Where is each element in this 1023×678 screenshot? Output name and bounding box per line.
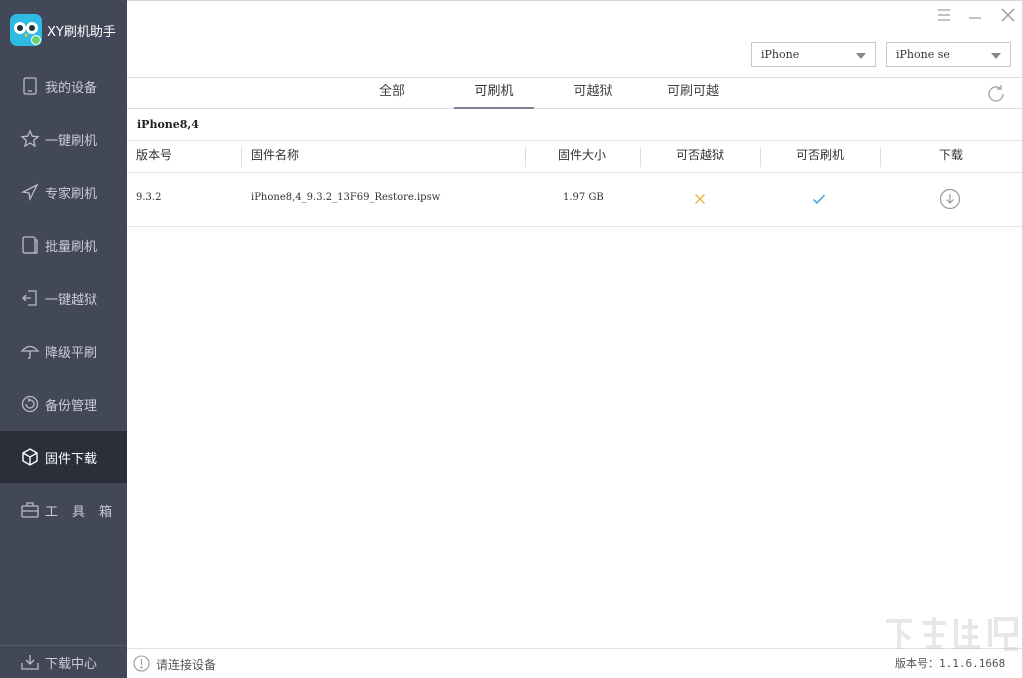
app-title: XY刷机助手 — [47, 25, 116, 40]
table-row: 9.3.2 iPhone8,4_9.3.2_13F69_Restore.ipsw… — [127, 173, 1022, 227]
refresh-icon[interactable] — [985, 83, 1007, 105]
device-model-value: iPhone se — [896, 48, 950, 61]
download-center-label: 下载中心 — [45, 657, 98, 672]
toolbox-icon — [20, 500, 40, 520]
connection-status: 请连接设备 — [156, 658, 217, 672]
col-firmware-size: 固件大小 — [558, 148, 607, 162]
col-version: 版本号 — [136, 148, 173, 162]
brand: XY刷机助手 — [0, 0, 127, 60]
download-icon[interactable] — [939, 188, 961, 213]
chevron-down-icon — [856, 53, 866, 59]
col-jailbreak: 可否越狱 — [676, 148, 725, 162]
tablet-icon — [20, 235, 40, 255]
col-download: 下载 — [939, 148, 964, 162]
close-icon[interactable] — [999, 6, 1017, 24]
sidebar-item-label: 一键刷机 — [45, 134, 98, 149]
sidebar: XY刷机助手 我的设备 一键刷机 专家刷机 批量刷机 一键越狱 降级平刷 备份管… — [0, 0, 127, 678]
firmware-name: iPhone8,4_9.3.2_13F69_Restore.ipsw — [251, 192, 441, 203]
paper-plane-icon — [20, 182, 40, 202]
column-divider — [760, 147, 761, 167]
sidebar-item-backup[interactable]: 备份管理 — [0, 378, 127, 430]
phone-icon — [20, 76, 40, 96]
download-center-button[interactable]: 下载中心 — [0, 645, 127, 678]
sidebar-item-batch-flash[interactable]: 批量刷机 — [0, 219, 127, 271]
tab-jailbreakable[interactable]: 可越狱 — [563, 78, 623, 109]
sidebar-item-expert-flash[interactable]: 专家刷机 — [0, 166, 127, 218]
umbrella-icon — [20, 341, 40, 361]
sidebar-item-one-click-jailbreak[interactable]: 一键越狱 — [0, 272, 127, 324]
check-icon — [812, 193, 826, 208]
app-version: 版本号：1.1.6.1668 — [895, 657, 1006, 670]
column-divider — [880, 147, 881, 167]
tab-flashable[interactable]: 可刷机 — [454, 78, 534, 109]
device-type-select[interactable]: iPhone — [751, 42, 876, 67]
sidebar-item-label: 一键越狱 — [45, 293, 98, 308]
main-panel: iPhone iPhone se 全部 可刷机 可越狱 可刷可越 iPhone8… — [127, 0, 1023, 678]
filter-tabs: 全部 可刷机 可越狱 可刷可越 — [127, 77, 1022, 109]
exit-icon — [20, 288, 40, 308]
sidebar-item-downgrade[interactable]: 降级平刷 — [0, 325, 127, 377]
sidebar-item-label: 我的设备 — [45, 81, 98, 96]
column-divider — [241, 147, 242, 167]
sidebar-item-one-click-flash[interactable]: 一键刷机 — [0, 113, 127, 165]
device-type-value: iPhone — [761, 48, 800, 61]
owl-logo-icon — [10, 14, 42, 46]
firmware-size: 1.97 GB — [563, 192, 604, 203]
download-tray-icon — [20, 653, 40, 671]
sidebar-item-my-device[interactable]: 我的设备 — [0, 60, 127, 112]
alert-icon — [133, 655, 150, 672]
sidebar-item-toolbox[interactable]: 工具箱 — [0, 484, 127, 536]
watermark-logo-icon — [882, 613, 1020, 653]
sidebar-item-firmware-download[interactable]: 固件下载 — [0, 431, 127, 483]
col-flash: 可否刷机 — [796, 148, 845, 162]
firmware-version: 9.3.2 — [136, 192, 162, 203]
firmware-table-header: 版本号 固件名称 固件大小 可否越狱 可否刷机 下载 — [127, 140, 1022, 173]
menu-icon[interactable] — [935, 6, 953, 24]
cross-icon — [694, 193, 706, 208]
star-icon — [20, 129, 40, 149]
sidebar-item-label: 降级平刷 — [45, 346, 98, 361]
device-model-select[interactable]: iPhone se — [886, 42, 1011, 67]
sidebar-item-label: 批量刷机 — [45, 240, 98, 255]
backup-icon — [20, 394, 40, 414]
column-divider — [640, 147, 641, 167]
tab-all[interactable]: 全部 — [367, 78, 417, 109]
sidebar-item-label: 固件下载 — [45, 452, 98, 467]
cube-icon — [20, 447, 40, 467]
sidebar-item-label: 备份管理 — [45, 399, 98, 414]
chevron-down-icon — [991, 53, 1001, 59]
device-model-title: iPhone8,4 — [137, 118, 199, 131]
sidebar-item-label: 专家刷机 — [45, 187, 98, 202]
sidebar-item-label: 工具箱 — [45, 505, 127, 520]
column-divider — [525, 147, 526, 167]
tab-flash-and-jailbreak[interactable]: 可刷可越 — [655, 78, 731, 109]
minimize-icon[interactable] — [966, 6, 984, 24]
col-firmware-name: 固件名称 — [251, 148, 300, 162]
